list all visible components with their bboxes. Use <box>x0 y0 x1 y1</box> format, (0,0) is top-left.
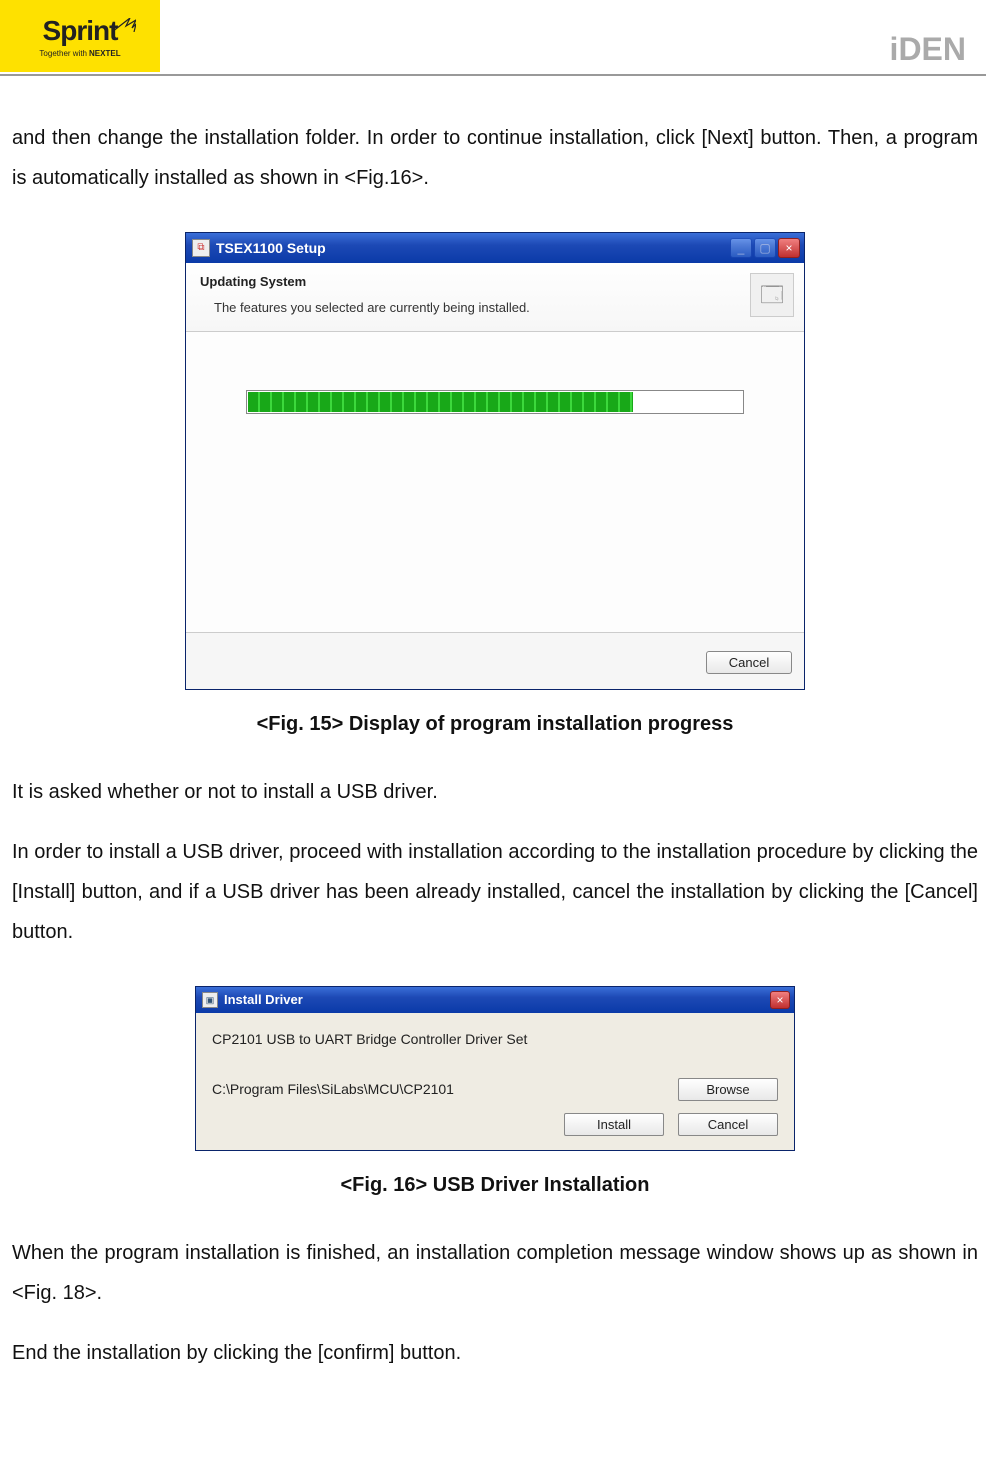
paragraph-2b: In order to install a USB driver, procee… <box>12 832 978 952</box>
driver-window: ▣ Install Driver × CP2101 USB to UART Br… <box>195 986 795 1151</box>
driver-titlebar: ▣ Install Driver × <box>196 987 794 1013</box>
driver-desc: CP2101 USB to UART Bridge Controller Dri… <box>212 1025 778 1053</box>
logo-tag-prefix: Together with <box>39 49 87 58</box>
progress-fill <box>248 392 633 412</box>
sprint-arrow-icon <box>112 18 136 32</box>
driver-close-button[interactable]: × <box>770 991 790 1009</box>
install-button[interactable]: Install <box>564 1113 664 1136</box>
logo-tagline: Together with NEXTEL <box>39 49 120 58</box>
close-button[interactable]: × <box>778 238 800 258</box>
paragraph-3a: When the program installation is finishe… <box>12 1233 978 1313</box>
fig16-caption: <Fig. 16> USB Driver Installation <box>12 1165 978 1205</box>
installer-app-icon: ⧉ <box>192 239 210 257</box>
fig15-caption: <Fig. 15> Display of program installatio… <box>12 704 978 744</box>
installer-subheading: The features you selected are currently … <box>200 295 530 321</box>
page-content: and then change the installation folder.… <box>0 76 986 1373</box>
brand-right: iDEN <box>890 31 986 72</box>
driver-title: Install Driver <box>224 987 770 1013</box>
progress-bar <box>246 390 744 414</box>
cancel-button[interactable]: Cancel <box>706 651 792 674</box>
driver-path: C:\Program Files\SiLabs\MCU\CP2101 <box>212 1075 668 1103</box>
logo-tag-brand: NEXTEL <box>89 49 121 58</box>
paragraph-3b: End the installation by clicking the [co… <box>12 1333 978 1373</box>
installer-footer: Cancel <box>186 632 804 689</box>
installer-title: TSEX1100 Setup <box>216 234 730 262</box>
paragraph-1: and then change the installation folder.… <box>12 118 978 198</box>
page-header: Sprint Together with NEXTEL iDEN <box>0 0 986 76</box>
driver-app-icon: ▣ <box>202 992 218 1008</box>
installer-heading: Updating System <box>200 269 530 295</box>
logo-main-text: Sprint <box>43 15 118 47</box>
installer-header-icon: 🗔 <box>750 273 794 317</box>
sprint-logo: Sprint Together with NEXTEL <box>0 0 160 72</box>
driver-body: CP2101 USB to UART Bridge Controller Dri… <box>196 1013 794 1150</box>
installer-header: Updating System The features you selecte… <box>186 263 804 332</box>
maximize-button[interactable]: ▢ <box>754 238 776 258</box>
fig16-block: ▣ Install Driver × CP2101 USB to UART Br… <box>12 986 978 1151</box>
browse-button[interactable]: Browse <box>678 1078 778 1101</box>
window-buttons: _ ▢ × <box>730 238 800 258</box>
installer-titlebar: ⧉ TSEX1100 Setup _ ▢ × <box>186 233 804 263</box>
paragraph-2a: It is asked whether or not to install a … <box>12 772 978 812</box>
installer-body <box>186 332 804 632</box>
minimize-button[interactable]: _ <box>730 238 752 258</box>
installer-window: ⧉ TSEX1100 Setup _ ▢ × Updating System T… <box>185 232 805 690</box>
driver-cancel-button[interactable]: Cancel <box>678 1113 778 1136</box>
fig15-block: ⧉ TSEX1100 Setup _ ▢ × Updating System T… <box>12 232 978 690</box>
